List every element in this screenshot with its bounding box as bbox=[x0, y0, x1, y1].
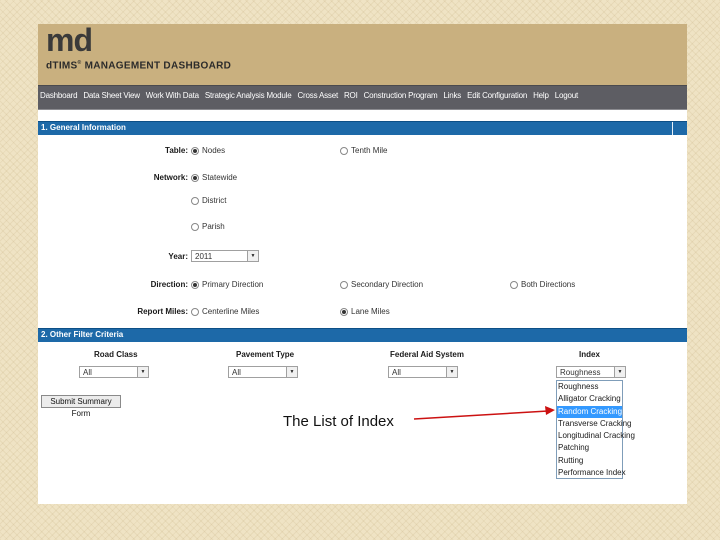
chevron-down-icon[interactable]: ▼ bbox=[446, 367, 457, 377]
nav-item-cross-asset[interactable]: Cross Asset bbox=[297, 91, 338, 100]
radio-icon[interactable] bbox=[191, 280, 199, 289]
nav-item-roi[interactable]: ROI bbox=[344, 91, 358, 100]
option-label: Centerline Miles bbox=[202, 307, 260, 316]
road-class-label: Road Class bbox=[94, 350, 138, 359]
radio-icon[interactable] bbox=[191, 146, 199, 155]
report-miles-label: Report Miles: bbox=[137, 307, 188, 316]
annotation-caption: The List of Index bbox=[283, 413, 394, 430]
radio-icon[interactable] bbox=[191, 173, 199, 182]
network-option-district[interactable]: District bbox=[191, 196, 226, 205]
index-option-performance-index[interactable]: Performance Index bbox=[557, 467, 626, 479]
section-title: 2. Other Filter Criteria bbox=[41, 330, 124, 339]
nav-item-help[interactable]: Help bbox=[533, 91, 549, 100]
radio-icon[interactable] bbox=[191, 222, 199, 231]
nav-item-dashboard[interactable]: Dashboard bbox=[40, 91, 78, 100]
option-label: Both Directions bbox=[521, 280, 576, 289]
network-option-statewide[interactable]: Statewide bbox=[191, 173, 237, 182]
pavement-type-select[interactable]: All ▼ bbox=[228, 366, 298, 378]
section-bar-end bbox=[672, 122, 687, 135]
option-label: Primary Direction bbox=[202, 280, 264, 289]
index-label: Index bbox=[579, 350, 600, 359]
year-label: Year: bbox=[168, 252, 188, 261]
chevron-down-icon[interactable]: ▼ bbox=[614, 367, 625, 377]
pavement-type-value: All bbox=[232, 368, 241, 377]
report-miles-option-lane[interactable]: Lane Miles bbox=[340, 307, 390, 316]
nav-bar: Dashboard Data Sheet View Work With Data… bbox=[38, 85, 687, 110]
index-value: Roughness bbox=[560, 368, 601, 377]
option-label: Tenth Mile bbox=[351, 146, 388, 155]
radio-icon[interactable] bbox=[340, 307, 348, 316]
radio-icon[interactable] bbox=[191, 196, 199, 205]
index-option-roughness[interactable]: Roughness bbox=[557, 381, 622, 393]
index-option-patching[interactable]: Patching bbox=[557, 442, 622, 454]
option-label: Parish bbox=[202, 222, 225, 231]
app-title: dTIMS® MANAGEMENT DASHBOARD bbox=[46, 60, 231, 71]
road-class-value: All bbox=[83, 368, 92, 377]
app-title-main: MANAGEMENT DASHBOARD bbox=[84, 60, 232, 72]
year-value: 2011 bbox=[195, 252, 213, 261]
federal-aid-system-value: All bbox=[392, 368, 401, 377]
nav-item-strategic-analysis[interactable]: Strategic Analysis Module bbox=[205, 91, 292, 100]
federal-aid-system-select[interactable]: All ▼ bbox=[388, 366, 458, 378]
index-option-transverse-cracking[interactable]: Transverse Cracking bbox=[557, 418, 632, 430]
table-option-nodes[interactable]: Nodes bbox=[191, 146, 225, 155]
road-class-select[interactable]: All ▼ bbox=[79, 366, 149, 378]
option-label: District bbox=[202, 196, 227, 205]
nav-item-logout[interactable]: Logout bbox=[555, 91, 578, 100]
federal-aid-system-label: Federal Aid System bbox=[390, 350, 464, 359]
network-option-parish[interactable]: Parish bbox=[191, 222, 225, 231]
nav-item-work-with-data[interactable]: Work With Data bbox=[146, 91, 199, 100]
direction-option-primary[interactable]: Primary Direction bbox=[191, 280, 263, 289]
direction-option-both[interactable]: Both Directions bbox=[510, 280, 575, 289]
nav-item-edit-configuration[interactable]: Edit Configuration bbox=[467, 91, 527, 100]
submit-summary-form-button[interactable]: Submit Summary Form bbox=[41, 395, 121, 418]
network-label: Network: bbox=[153, 173, 188, 182]
registered-mark: ® bbox=[77, 60, 82, 66]
section-title: 1. General Information bbox=[41, 123, 126, 132]
radio-icon[interactable] bbox=[340, 146, 348, 155]
logo: md bbox=[46, 24, 93, 58]
index-option-alligator-cracking[interactable]: Alligator Cracking bbox=[557, 393, 622, 405]
index-option-random-cracking[interactable]: Random Cracking bbox=[557, 405, 622, 418]
header-banner: md dTIMS® MANAGEMENT DASHBOARD bbox=[38, 24, 687, 85]
table-option-tenth-mile[interactable]: Tenth Mile bbox=[340, 146, 387, 155]
chevron-down-icon[interactable]: ▼ bbox=[137, 367, 148, 377]
radio-icon[interactable] bbox=[340, 280, 348, 289]
index-select[interactable]: Roughness ▼ bbox=[556, 366, 626, 378]
option-label: Nodes bbox=[202, 146, 226, 155]
nav-item-data-sheet-view[interactable]: Data Sheet View bbox=[83, 91, 140, 100]
app-title-prefix: dTIMS bbox=[46, 60, 78, 72]
year-select[interactable]: 2011 ▼ bbox=[191, 250, 259, 262]
nav-list: Dashboard Data Sheet View Work With Data… bbox=[40, 91, 584, 100]
table-label: Table: bbox=[165, 146, 188, 155]
chevron-down-icon[interactable]: ▼ bbox=[247, 251, 258, 261]
option-label: Statewide bbox=[202, 173, 238, 182]
section-general-information: 1. General Information bbox=[38, 121, 687, 135]
option-label: Secondary Direction bbox=[351, 280, 424, 289]
report-miles-option-centerline[interactable]: Centerline Miles bbox=[191, 307, 259, 316]
section-other-filter-criteria: 2. Other Filter Criteria bbox=[38, 328, 687, 342]
option-label: Lane Miles bbox=[351, 307, 390, 316]
nav-item-construction-program[interactable]: Construction Program bbox=[364, 91, 438, 100]
direction-option-secondary[interactable]: Secondary Direction bbox=[340, 280, 423, 289]
nav-item-links[interactable]: Links bbox=[443, 91, 461, 100]
dashboard-window: md dTIMS® MANAGEMENT DASHBOARD Dashboard… bbox=[38, 24, 687, 504]
pavement-type-label: Pavement Type bbox=[236, 350, 295, 359]
index-option-rutting[interactable]: Rutting bbox=[557, 455, 622, 467]
index-dropdown-list[interactable]: Roughness Alligator Cracking Random Crac… bbox=[556, 380, 635, 479]
chevron-down-icon[interactable]: ▼ bbox=[286, 367, 297, 377]
radio-icon[interactable] bbox=[191, 307, 199, 316]
radio-icon[interactable] bbox=[510, 280, 518, 289]
direction-label: Direction: bbox=[150, 280, 188, 289]
index-option-longitudinal-cracking[interactable]: Longitudinal Cracking bbox=[557, 430, 635, 442]
